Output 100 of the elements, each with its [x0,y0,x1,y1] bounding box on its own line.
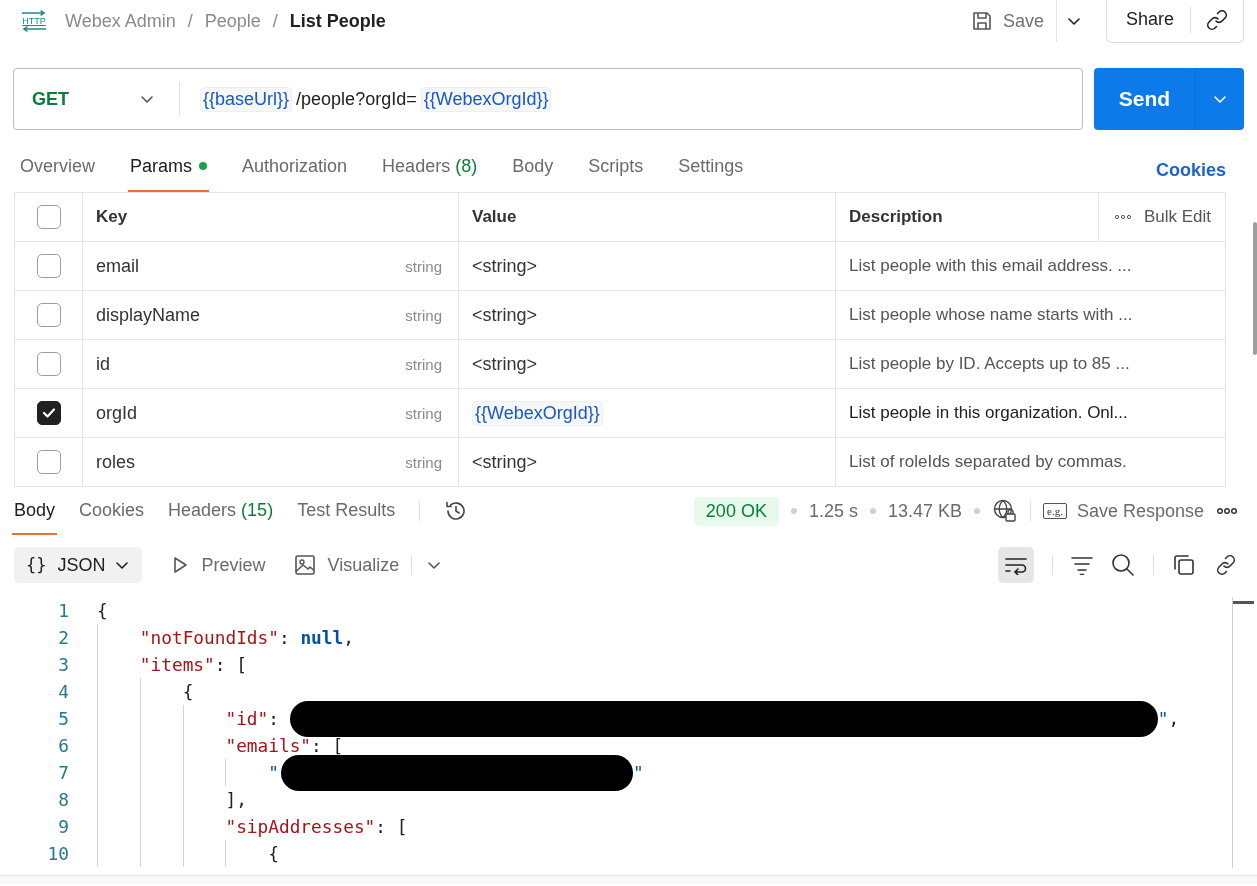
more-icon[interactable] [1113,214,1132,220]
column-header: Description [849,207,943,227]
param-type: string [405,453,442,471]
preview-button[interactable]: Preview [169,554,266,576]
column-header: Key [96,207,128,227]
code-token: { [268,843,279,864]
checkbox[interactable] [36,401,61,425]
column-header: Value [472,207,517,227]
variable-chip: {{WebexOrgId}} [472,400,603,426]
scrollbar-thumb[interactable] [1253,222,1257,355]
globe-lock-icon[interactable] [992,498,1018,524]
tab[interactable]: Params [128,142,210,192]
line-number: 10 [46,843,69,864]
request-title: List People [289,10,386,32]
param-description: List people in this organization. Onl... [849,403,1128,423]
code-token: "id" [225,708,269,729]
variable-chip: {{WebexOrgId}} [420,86,552,112]
code-token: "notFoundIds" [139,627,279,648]
code-token: "items" [139,654,215,675]
line-number: 4 [57,681,69,702]
checkbox[interactable] [36,303,61,327]
cookies-link[interactable]: Cookies [1155,148,1226,192]
param-description: List of roleIds separated by commas. [849,452,1127,472]
line-number: 7 [57,762,69,783]
visualize-button[interactable]: Visualize [293,554,400,576]
param-value: <string> [472,304,538,326]
tab[interactable]: Body [12,487,58,535]
param-value: <string> [472,451,538,473]
breadcrumb-link[interactable]: People [204,10,261,32]
param-type: string [405,257,442,275]
code-token: , [343,627,354,648]
param-type: string [405,355,442,373]
code-token: : [ [214,654,247,675]
param-value: <string> [472,255,538,277]
tab[interactable]: Cookies [79,487,145,535]
param-key: email [96,255,139,277]
more-icon[interactable] [1216,507,1238,515]
code-token: : [ [375,816,408,837]
code-token: { [97,600,108,621]
checkbox[interactable] [36,205,61,229]
method-dropdown[interactable]: GET [14,88,179,110]
tab[interactable]: Settings [678,142,744,192]
code-token: ], [225,789,247,810]
filter-icon[interactable] [1071,555,1093,575]
param-key: orgId [96,402,138,424]
tab[interactable]: Body [512,142,554,192]
share-button[interactable]: Share [1106,6,1191,33]
tab[interactable]: Authorization [242,142,348,192]
code-token: : [268,708,280,729]
tab[interactable]: Headers (15) [168,487,274,535]
breadcrumb-link[interactable]: Webex Admin [65,10,176,32]
breadcrumb-separator: / [272,10,278,32]
line-number: 3 [57,654,69,675]
checkbox[interactable] [36,450,61,474]
tab[interactable]: Test Results [297,487,396,535]
param-value: <string> [472,353,538,375]
code-token: , [1168,708,1180,729]
line-number: 9 [57,816,69,837]
breadcrumb-separator: / [187,10,193,32]
tab[interactable]: Headers (8) [382,142,478,192]
link-icon[interactable] [1214,553,1238,577]
line-number: 5 [57,708,69,729]
param-key: roles [96,451,135,473]
code-token: "emails" [225,735,312,756]
param-type: string [405,404,442,422]
code-token: null [300,627,344,648]
wrap-icon [1004,555,1028,575]
code-token: : [279,627,291,648]
checkbox[interactable] [36,254,61,278]
checkbox[interactable] [36,352,61,376]
line-number: 1 [57,600,69,621]
save-button[interactable]: Save [970,0,1056,42]
example-icon: e.g. [1043,503,1067,519]
response-time: 1.25 s [808,500,858,522]
url-path: /people?orgId= [296,88,417,110]
bulk-edit-button[interactable]: Bulk Edit [1143,207,1211,227]
code-token: " [632,762,644,783]
code-token: { [182,681,194,702]
tab[interactable]: Scripts [588,142,644,192]
param-description: List people whose name starts with ... [849,305,1133,325]
line-number: 8 [57,789,69,810]
search-icon[interactable] [1111,553,1135,577]
param-key: id [96,353,110,375]
param-description: List people by ID. Accepts up to 85 ... [849,354,1130,374]
copy-icon[interactable] [1172,553,1196,577]
response-size: 13.47 KB [887,500,962,522]
tab[interactable]: Overview [20,142,95,192]
line-number: 6 [57,735,69,756]
param-type: string [405,306,442,324]
variable-chip: {{baseUrl}} [200,86,293,112]
param-key: displayName [96,304,201,326]
wrap-lines-button[interactable] [998,547,1034,583]
line-number: 2 [57,627,69,648]
save-response-button[interactable]: e.g. Save Response [1043,500,1204,522]
scrollbar-thumb[interactable] [1233,601,1254,604]
code-token: " [1157,708,1169,729]
url-bar[interactable]: GET {{baseUrl}} /people?orgId= {{WebexOrgId}} [13,68,1083,130]
format-dropdown[interactable]: {} JSON [14,547,142,583]
code-token: "sipAddresses" [225,816,376,837]
code-token: " [268,762,279,783]
